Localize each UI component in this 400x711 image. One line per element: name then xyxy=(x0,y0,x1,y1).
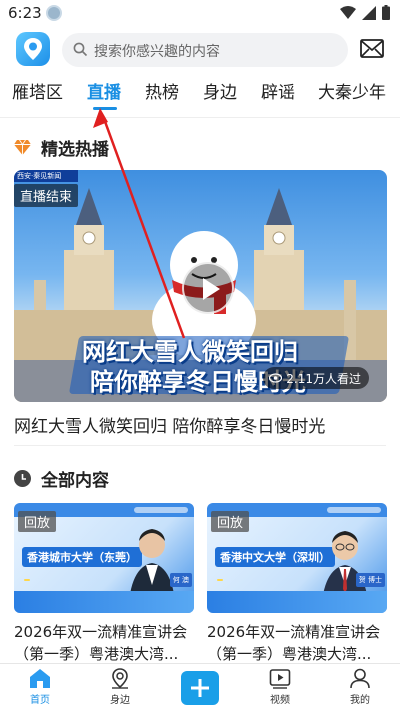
tab-daqin-youth[interactable]: 大秦少年 xyxy=(318,78,386,103)
status-icons xyxy=(340,5,390,20)
thumb-bottom-banner xyxy=(207,591,387,613)
tab-fade xyxy=(380,78,400,108)
card-thumbnail[interactable]: 回放 香港城市大学（东莞） 何 澳 xyxy=(14,503,194,613)
nav-nearby-label: 身边 xyxy=(110,695,130,706)
mail-icon[interactable] xyxy=(360,39,384,58)
location-person-icon xyxy=(112,668,128,689)
home-icon xyxy=(30,669,50,688)
nav-nearby[interactable]: 身边 xyxy=(90,668,150,706)
nav-profile[interactable]: 我的 xyxy=(330,668,390,706)
tab-rumor[interactable]: 辟谣 xyxy=(261,78,295,103)
status-time: 6:23 xyxy=(8,4,42,22)
top-header: 搜索你感兴趣的内容 xyxy=(0,30,400,70)
divider xyxy=(0,117,400,118)
featured-section-header: 精选热播 xyxy=(14,135,109,160)
featured-video-title[interactable]: 网红大雪人微笑回归 陪你醉享冬日慢时光 xyxy=(14,412,325,437)
nav-profile-label: 我的 xyxy=(350,695,370,706)
signal-icon xyxy=(362,5,376,20)
channel-logo: 西安·秦见新闻 xyxy=(14,170,79,182)
card-title-line-2: （第一季）粤港澳大湾... xyxy=(207,645,372,663)
tab-nearby[interactable]: 身边 xyxy=(203,78,237,103)
replay-tag: 回放 xyxy=(211,511,250,532)
nav-home[interactable]: 首页 xyxy=(10,668,70,706)
plus-icon xyxy=(191,679,209,697)
battery-icon xyxy=(382,5,390,20)
channel-tabs: 雁塔区 直播 热榜 身边 辟谣 大秦少年 xyxy=(0,78,400,110)
content-card[interactable]: 回放 香港城市大学（东莞） 何 澳 2026年双一流精准宣讲会 （第一季）粤港澳… xyxy=(14,503,194,665)
eye-icon xyxy=(269,373,283,383)
all-content-section-header: 全部内容 xyxy=(14,466,109,491)
card-title[interactable]: 2026年双一流精准宣讲会 （第一季）粤港澳大湾... xyxy=(14,621,199,665)
tab-live[interactable]: 直播 xyxy=(87,78,121,103)
sync-icon xyxy=(46,5,62,21)
speaker-nameplate: 何 澳 xyxy=(169,573,192,587)
thumb-logo-strip xyxy=(134,507,188,513)
clock-icon xyxy=(14,470,31,487)
status-bar: 6:23 xyxy=(0,0,400,26)
thumb-bottom-banner xyxy=(14,591,194,613)
play-icon xyxy=(203,278,220,300)
featured-section-title: 精选热播 xyxy=(41,140,109,160)
wifi-icon xyxy=(340,5,356,19)
view-count-badge: 2.11万人看过 xyxy=(263,367,369,389)
play-button[interactable] xyxy=(182,262,234,314)
live-ended-tag: 直播结束 xyxy=(14,184,79,207)
video-icon xyxy=(269,669,291,689)
search-bar[interactable]: 搜索你感兴趣的内容 xyxy=(62,33,348,67)
view-count: 2.11万人看过 xyxy=(286,371,361,386)
live-status-overlay: 西安·秦见新闻 直播结束 xyxy=(14,170,79,207)
thumb-yellow-tag xyxy=(24,579,30,581)
speaker-nameplate: 贺 博士 xyxy=(355,573,385,587)
content-card[interactable]: 回放 香港中文大学（深圳） 贺 博士 2026年双一流精准宣讲会 （第一季）粤港… xyxy=(207,503,387,665)
replay-tag: 回放 xyxy=(18,511,57,532)
bottom-navigation: 首页 身边 视频 我的 xyxy=(0,663,400,711)
all-content-section-title: 全部内容 xyxy=(41,471,109,491)
card-title-line-2: （第一季）粤港澳大湾... xyxy=(14,645,179,663)
active-tab-indicator xyxy=(93,107,117,110)
tab-yanta[interactable]: 雁塔区 xyxy=(12,78,63,103)
publish-button[interactable] xyxy=(181,671,219,705)
tab-hot-list[interactable]: 热榜 xyxy=(145,78,179,103)
featured-video-thumbnail[interactable]: 西安·秦见新闻 直播结束 网红大雪人微笑回归 陪你醉享冬日慢时光 2.11万人看… xyxy=(14,170,387,402)
nav-video-label: 视频 xyxy=(270,695,290,706)
thumb-logo-strip xyxy=(327,507,381,513)
divider xyxy=(14,445,386,446)
app-logo-icon[interactable] xyxy=(16,32,50,66)
nav-video[interactable]: 视频 xyxy=(250,668,310,706)
diamond-icon xyxy=(14,140,31,155)
card-title-line-1: 2026年双一流精准宣讲会 xyxy=(14,623,188,641)
card-title[interactable]: 2026年双一流精准宣讲会 （第一季）粤港澳大湾... xyxy=(207,621,392,665)
card-title-line-1: 2026年双一流精准宣讲会 xyxy=(207,623,381,641)
search-placeholder: 搜索你感兴趣的内容 xyxy=(94,44,220,60)
app-screen: 6:23 搜索你感兴趣的内容 雁塔区 直播 热榜 身边 辟谣 大秦少年 精选热播 xyxy=(0,0,400,711)
card-thumbnail[interactable]: 回放 香港中文大学（深圳） 贺 博士 xyxy=(207,503,387,613)
user-icon xyxy=(350,668,370,689)
thumb-yellow-tag xyxy=(217,579,223,581)
search-icon xyxy=(73,42,88,57)
nav-home-label: 首页 xyxy=(30,695,50,706)
